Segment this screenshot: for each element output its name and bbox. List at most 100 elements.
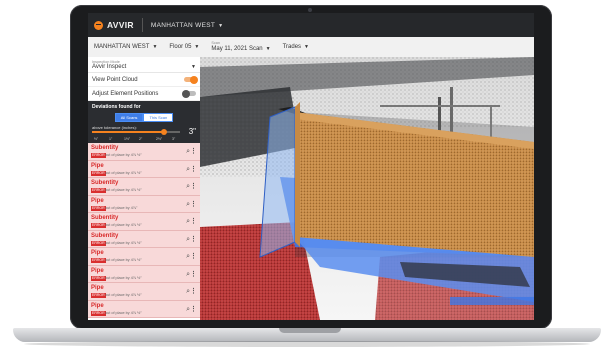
chevron-down-icon: ▼ xyxy=(152,44,158,50)
building-filter[interactable]: MANHATTAN WEST ▼ xyxy=(94,44,157,50)
chevron-down-icon: ▼ xyxy=(304,44,309,50)
deviation-item[interactable]: Pipe ERROR out of place by 4⅞ ½" ⌕ ⋮ xyxy=(88,301,200,318)
deviations-title: Deviations found for xyxy=(92,104,141,110)
laptop-shadow xyxy=(24,341,590,347)
deviation-detail: out of place by 4⅞ ½" xyxy=(105,310,142,315)
point-cloud-scene xyxy=(200,57,534,320)
horizontal-pipe xyxy=(380,105,500,107)
deviation-title: Pipe xyxy=(91,162,104,169)
tolerance-label: above tolerance (inches): xyxy=(92,125,137,130)
scan-filter-label: Scan xyxy=(211,41,221,45)
tolerance-slider-thumb[interactable] xyxy=(161,129,167,135)
chevron-down-icon: ▼ xyxy=(191,64,196,70)
deviation-detail: out of place by 4⅞ ½" xyxy=(105,293,142,297)
more-options-icon[interactable]: ⋮ xyxy=(190,165,197,173)
deviation-item[interactable]: Pipe ERROR out of place by 4⅞ ½" ⌕ ⋮ xyxy=(88,248,200,266)
chevron-down-icon: ▼ xyxy=(265,46,271,52)
tick-label: 2" xyxy=(139,137,143,141)
trades-filter[interactable]: Trades ▼ xyxy=(283,44,309,50)
more-options-icon[interactable]: ⋮ xyxy=(190,235,197,243)
deviation-detail: out of place by 4⅞ ½" xyxy=(105,240,142,245)
project-selector[interactable]: MANHATTAN WEST ▼ xyxy=(151,22,224,29)
view-point-cloud-label: View Point Cloud xyxy=(92,76,138,83)
error-badge: ERROR xyxy=(91,188,106,193)
app-screen: AVVIR MANHATTAN WEST ▼ MANHATTAN WEST ▼ Fl… xyxy=(88,13,534,320)
point-cloud-viewport[interactable] xyxy=(200,57,534,320)
deviation-title: Pipe xyxy=(91,267,104,274)
floor-value: Floor 05 xyxy=(169,44,192,50)
deviation-title: Subentity xyxy=(91,145,119,151)
laptop-notch xyxy=(279,328,341,333)
adjust-positions-label: Adjust Element Positions xyxy=(92,90,159,97)
adjust-positions-toggle[interactable] xyxy=(182,89,196,98)
scan-value: May 11, 2021 Scan xyxy=(211,46,263,52)
deviation-detail: out of place by 4⅞ ½" xyxy=(105,153,142,157)
deviation-title: Subentity xyxy=(91,180,119,186)
camera xyxy=(308,8,312,12)
error-badge: ERROR xyxy=(91,240,106,246)
floor-filter[interactable]: Floor 05 ▼ xyxy=(169,44,199,50)
deviation-item[interactable]: Subentity ERROR out of place by 4⅞ ½" ⌕ … xyxy=(88,213,200,231)
tick-label: 3" xyxy=(172,137,176,141)
deviation-item[interactable]: Pipe ERROR out of place by 4⅞" ⌕ ⋮ xyxy=(88,196,200,213)
tolerance-value: 3" xyxy=(188,127,196,136)
deviation-item[interactable]: Pipe ERROR out of place by 4⅞ ½" ⌕ ⋮ xyxy=(88,283,200,301)
scan-filter[interactable]: Scan May 11, 2021 Scan ▼ xyxy=(211,41,271,52)
building-value: MANHATTAN WEST xyxy=(94,44,150,50)
deviation-title: Pipe xyxy=(91,250,104,256)
error-badge: ERROR xyxy=(91,275,106,281)
tolerance-slider-fill xyxy=(92,131,164,133)
view-point-cloud-toggle[interactable] xyxy=(184,75,198,84)
more-options-icon[interactable]: ⋮ xyxy=(190,305,197,313)
header-divider xyxy=(141,18,143,32)
avvir-logo-icon xyxy=(94,20,103,30)
deviation-title: Subentity xyxy=(91,232,119,239)
deviation-detail: out of place by 4⅞ ½" xyxy=(105,258,142,262)
deviation-item[interactable]: Pipe ERROR out of place by 4⅞ ½" ⌕ ⋮ xyxy=(88,161,200,178)
deviation-list: Subentity ERROR out of place by 4⅞ ½" ⌕ … xyxy=(88,143,200,318)
error-badge: ERROR xyxy=(91,293,106,298)
error-badge: ERROR xyxy=(91,223,106,228)
trades-value: Trades xyxy=(282,44,302,50)
filter-bar: MANHATTAN WEST ▼ Floor 05 ▼ Scan May 11, 2… xyxy=(88,37,534,58)
adjust-positions-row: Adjust Element Positions xyxy=(88,87,200,101)
tick-label: ½" xyxy=(94,137,99,141)
more-options-icon[interactable]: ⋮ xyxy=(190,252,197,260)
avvir-logo[interactable]: AVVIR xyxy=(94,20,134,30)
deviation-detail: out of place by 4⅞ ½" xyxy=(105,170,142,175)
tick-label: 1" xyxy=(109,137,113,141)
all-scans-tab[interactable]: All Scans xyxy=(114,113,144,122)
tick-label: 2½" xyxy=(156,137,163,141)
deviations-panel: Deviations found for All Scans This Scan… xyxy=(88,101,200,143)
more-options-icon[interactable]: ⋮ xyxy=(190,217,197,225)
deviation-detail: out of place by 4⅞" xyxy=(105,205,138,210)
deviation-item[interactable]: Subentity ERROR out of place by 4⅞ ½" ⌕ … xyxy=(88,143,200,161)
app-header: AVVIR MANHATTAN WEST ▼ xyxy=(88,13,534,37)
deviation-title: Pipe xyxy=(91,302,104,309)
deviation-title: Pipe xyxy=(91,285,104,291)
deviation-item[interactable]: Pipe ERROR out of place by 4⅞ ½" ⌕ ⋮ xyxy=(88,266,200,283)
deviation-item[interactable]: Subentity ERROR out of place by 4⅞ ½" ⌕ … xyxy=(88,178,200,196)
inspection-mode-select[interactable]: Inspection Mode Avvir Inspect ▼ xyxy=(88,57,200,73)
more-options-icon[interactable]: ⋮ xyxy=(190,270,197,278)
deviation-title: Subentity xyxy=(91,215,119,221)
chevron-down-icon: ▼ xyxy=(218,22,224,29)
deviation-detail: out of place by 4⅞ ½" xyxy=(105,188,142,192)
error-badge: ERROR xyxy=(91,310,106,316)
error-badge: ERROR xyxy=(91,258,106,263)
error-badge: ERROR xyxy=(91,205,106,211)
duct-flange xyxy=(295,102,300,247)
this-scan-tab[interactable]: This Scan xyxy=(143,113,174,122)
more-options-icon[interactable]: ⋮ xyxy=(190,287,197,295)
deviation-detail: out of place by 4⅞ ½" xyxy=(105,275,142,280)
more-options-icon[interactable]: ⋮ xyxy=(190,147,197,155)
deviation-title: Pipe xyxy=(91,197,104,204)
tolerance-slider[interactable] xyxy=(92,129,180,135)
lower-blue-element xyxy=(450,297,534,305)
laptop-base xyxy=(13,328,601,342)
more-options-icon[interactable]: ⋮ xyxy=(190,200,197,208)
more-options-icon[interactable]: ⋮ xyxy=(190,182,197,190)
deviation-item[interactable]: Subentity ERROR out of place by 4⅞ ½" ⌕ … xyxy=(88,231,200,248)
project-name: MANHATTAN WEST xyxy=(150,21,216,29)
deviation-detail: out of place by 4⅞ ½" xyxy=(105,223,142,227)
